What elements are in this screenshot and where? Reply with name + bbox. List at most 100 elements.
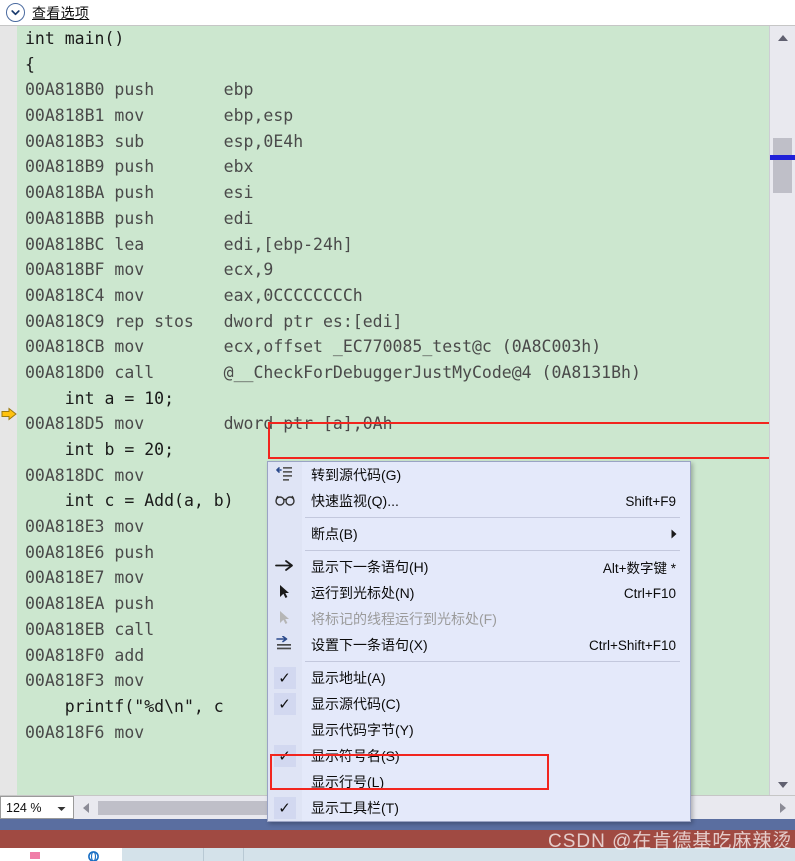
taskbar-icon[interactable]	[30, 852, 40, 859]
instruction-mnemonic: push	[114, 208, 155, 228]
menu-item[interactable]: ✓ 显示工具栏(T)	[268, 795, 690, 821]
instruction-address: 00A818E6	[25, 542, 105, 562]
instruction-address: 00A818BA	[25, 183, 105, 203]
menu-item-gutter: ✓	[268, 745, 301, 767]
instruction-pointer-arrow-icon	[1, 406, 17, 422]
instruction-address: 00A818D5	[25, 414, 105, 434]
checkmark-icon[interactable]: ✓	[273, 693, 296, 715]
instruction-operands: edi,[ebp-24h]	[223, 234, 353, 254]
menu-item-label: 显示符号名(S)	[311, 748, 400, 764]
source-line[interactable]: int main()	[17, 26, 769, 52]
instruction-mnemonic: call	[114, 362, 155, 382]
chevron-down-icon[interactable]	[57, 801, 66, 815]
menu-item[interactable]: 快速监视(Q)... Shift+F9	[268, 488, 690, 514]
menu-item[interactable]: 显示行号(L)	[268, 769, 690, 795]
menu-item[interactable]: 运行到光标处(N) Ctrl+F10	[268, 580, 690, 606]
checkmark-icon[interactable]: ✓	[273, 745, 296, 767]
unchecked-box-icon[interactable]	[274, 719, 296, 741]
instruction-mnemonic: push	[114, 542, 155, 562]
instruction-address: 00A818B0	[25, 80, 105, 100]
disassembly-line[interactable]: 00A818C9 rep stos dword ptr es:[edi]	[17, 309, 769, 335]
menu-item[interactable]: 显示下一条语句(H) Alt+数字键 *	[268, 554, 690, 580]
menu-item-label: 将标记的线程运行到光标处(F)	[311, 611, 497, 627]
instruction-address: 00A818B3	[25, 131, 105, 151]
instruction-mnemonic: mov	[114, 285, 145, 305]
instruction-address: 00A818B1	[25, 106, 105, 126]
disassembly-line[interactable]: 00A818BF mov ecx,9	[17, 257, 769, 283]
scrollbar-position-marker	[770, 155, 795, 160]
taskbar-separator	[243, 848, 244, 861]
instruction-mnemonic: rep stos	[114, 311, 194, 331]
menu-item-gutter	[268, 584, 301, 602]
browser-icon[interactable]	[88, 849, 99, 861]
menu-item-label: 显示下一条语句(H)	[311, 559, 429, 575]
instruction-operands: @__CheckForDebuggerJustMyCode@4 (0A8131B…	[223, 362, 641, 382]
disassembly-line[interactable]: 00A818D5 mov dword ptr [a],0Ah	[17, 411, 769, 437]
menu-item-label: 显示地址(A)	[311, 670, 386, 686]
checkmark-icon[interactable]: ✓	[273, 667, 296, 689]
instruction-mnemonic: sub	[114, 131, 145, 151]
disassembly-line[interactable]: 00A818B0 push ebp	[17, 77, 769, 103]
show-next-statement-arrow-icon	[275, 559, 294, 575]
scroll-left-arrow-icon[interactable]	[74, 802, 98, 814]
menu-item-label: 转到源代码(G)	[311, 467, 402, 483]
menu-item-label: 断点(B)	[311, 526, 358, 542]
instruction-address: 00A818B9	[25, 157, 105, 177]
menu-item[interactable]: 设置下一条语句(X) Ctrl+Shift+F10	[268, 632, 690, 658]
menu-item[interactable]: 显示代码字节(Y)	[268, 717, 690, 743]
instruction-mnemonic: mov	[114, 337, 145, 357]
source-line-text: int c = Add(a, b)	[25, 491, 234, 511]
menu-item[interactable]: ✓ 显示符号名(S)	[268, 743, 690, 769]
disassembly-line[interactable]: 00A818BB push edi	[17, 206, 769, 232]
instruction-mnemonic: add	[114, 645, 145, 665]
disassembly-line[interactable]: 00A818BC lea edi,[ebp-24h]	[17, 232, 769, 258]
source-line[interactable]: int b = 20;	[17, 437, 769, 463]
screenshot-root: 查看选项 int main() {00A818B0 push ebp 00A818B1 m…	[0, 0, 795, 861]
unchecked-box-icon[interactable]	[274, 771, 296, 793]
instruction-mnemonic: push	[114, 80, 155, 100]
menu-item: 将标记的线程运行到光标处(F)	[268, 606, 690, 632]
disassembly-line[interactable]: 00A818CB mov ecx,offset _EC770085_test@c (…	[17, 334, 769, 360]
zoom-level-combobox[interactable]: 124 %	[0, 796, 74, 819]
instruction-mnemonic: mov	[114, 414, 145, 434]
disassembly-line[interactable]: 00A818D0 call @__CheckForDebuggerJustMyCod…	[17, 360, 769, 386]
source-line-text: int a = 10;	[25, 388, 175, 408]
menu-item[interactable]: 断点(B)	[268, 521, 690, 547]
instruction-address: 00A818DC	[25, 465, 105, 485]
scroll-down-arrow-icon[interactable]	[770, 775, 795, 794]
menu-item-gutter	[268, 493, 301, 509]
menu-item-label: 显示代码字节(Y)	[311, 722, 414, 738]
menu-item-gutter	[268, 610, 301, 628]
scroll-up-arrow-icon[interactable]	[770, 28, 795, 47]
instruction-operands: ebp,esp	[223, 106, 294, 126]
source-line-text: int b = 20;	[25, 440, 175, 459]
disassembly-line[interactable]: 00A818B9 push ebx	[17, 154, 769, 180]
disassembly-line[interactable]: 00A818BA push esi	[17, 180, 769, 206]
menu-item[interactable]: ✓ 显示地址(A)	[268, 665, 690, 691]
checkmark-icon[interactable]: ✓	[273, 797, 296, 819]
submenu-arrow-icon[interactable]	[671, 526, 690, 542]
goto-source-icon	[276, 466, 293, 484]
menu-item[interactable]: 转到源代码(G)	[268, 462, 690, 488]
source-line[interactable]: int a = 10;	[17, 386, 769, 412]
vertical-scrollbar[interactable]	[769, 26, 795, 796]
instruction-address: 00A818E7	[25, 568, 105, 588]
instruction-operands: edi	[223, 208, 254, 228]
chevron-down-icon[interactable]	[6, 3, 25, 22]
menu-item-gutter	[268, 466, 301, 484]
taskbar-panel	[0, 848, 122, 861]
instruction-mnemonic: push	[114, 594, 155, 614]
disassembly-context-menu[interactable]: 转到源代码(G) 快速监视(Q)... Shift+F9 断点(B) 显示下一条语句(H…	[267, 461, 691, 822]
menu-item-shortcut: Alt+数字键 *	[602, 561, 676, 576]
source-line[interactable]: {	[17, 52, 769, 78]
disassembly-line[interactable]: 00A818B3 sub esp,0E4h	[17, 129, 769, 155]
page-title[interactable]: 查看选项	[32, 3, 89, 23]
menu-item[interactable]: ✓ 显示源代码(C)	[268, 691, 690, 717]
scroll-right-arrow-icon[interactable]	[771, 802, 795, 814]
instruction-address: 00A818C9	[25, 311, 105, 331]
instruction-address: 00A818C4	[25, 285, 105, 305]
disassembly-line[interactable]: 00A818C4 mov eax,0CCCCCCCCh	[17, 283, 769, 309]
vertical-scrollbar-thumb[interactable]	[773, 138, 792, 193]
set-next-statement-icon	[276, 635, 293, 654]
disassembly-line[interactable]: 00A818B1 mov ebp,esp	[17, 103, 769, 129]
